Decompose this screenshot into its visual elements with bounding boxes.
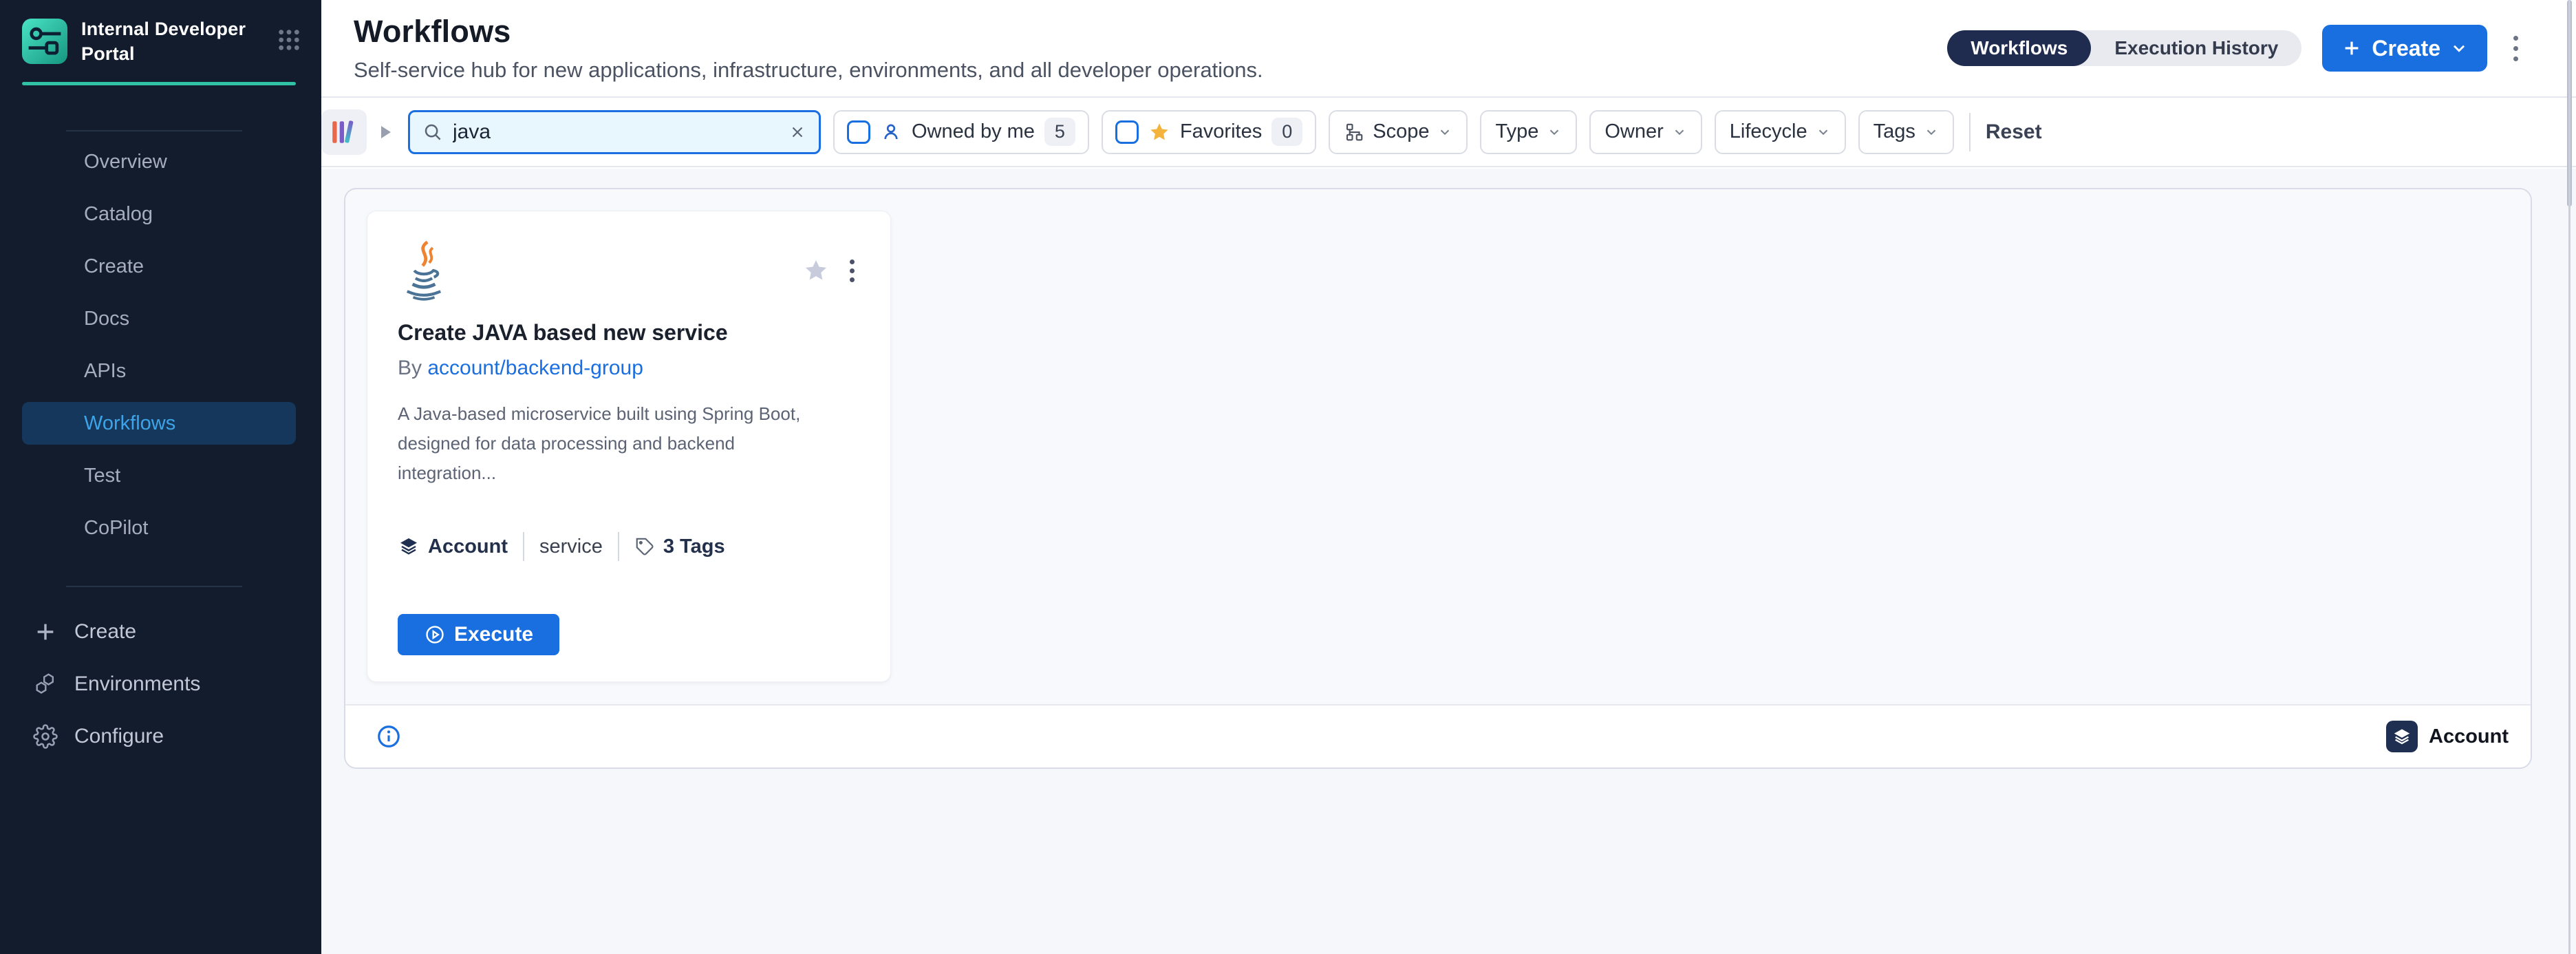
scope-dropdown[interactable]: Scope bbox=[1329, 110, 1468, 154]
account-scope-badge[interactable]: Account bbox=[2386, 721, 2509, 752]
page-title: Workflows bbox=[354, 14, 1263, 50]
play-circle-icon bbox=[424, 624, 446, 646]
app-grid-icon[interactable] bbox=[277, 28, 301, 55]
card-top-row bbox=[398, 239, 860, 302]
owner-group-link[interactable]: account/backend-group bbox=[427, 357, 643, 379]
scrollbar-track[interactable] bbox=[2568, 0, 2570, 954]
plus-icon bbox=[33, 619, 58, 644]
sidebar-item-apis[interactable]: APIs bbox=[0, 345, 321, 397]
account-badge-label: Account bbox=[2429, 725, 2509, 748]
chevron-down-icon bbox=[1547, 125, 1562, 140]
tag-icon bbox=[634, 536, 655, 557]
card-actions bbox=[803, 254, 860, 288]
workflow-meta-row: Account service 3 Tags bbox=[398, 532, 860, 561]
brand-line1: Internal Developer bbox=[81, 19, 246, 39]
search-input[interactable] bbox=[453, 120, 779, 144]
library-bars-icon bbox=[321, 109, 367, 155]
page-header: Workflows Self-service hub for new appli… bbox=[321, 0, 2576, 98]
workflow-tags-count[interactable]: 3 Tags bbox=[663, 536, 725, 558]
tab-workflows[interactable]: Workflows bbox=[1947, 30, 2091, 66]
gear-icon bbox=[33, 724, 58, 749]
reset-divider bbox=[1969, 113, 1971, 151]
workflow-owner-line: By account/backend-group bbox=[398, 357, 860, 380]
sidebar-nav: Overview Catalog Create Docs APIs Workfl… bbox=[0, 136, 321, 554]
environments-icon bbox=[33, 672, 58, 697]
main-area: Workflows Self-service hub for new appli… bbox=[321, 0, 2576, 954]
header-kebab-menu[interactable] bbox=[2508, 30, 2524, 67]
tab-execution-history[interactable]: Execution History bbox=[2091, 30, 2301, 66]
sidebar-accent-bar bbox=[22, 82, 296, 85]
type-dropdown[interactable]: Type bbox=[1480, 110, 1577, 154]
meta-divider bbox=[618, 532, 619, 561]
sidebar-bottom-configure[interactable]: Configure bbox=[0, 710, 321, 763]
workflow-type: service bbox=[539, 536, 603, 558]
filter-bar: Owned by me 5 Favorites 0 Scope bbox=[321, 98, 2576, 167]
chevron-down-icon bbox=[1924, 125, 1939, 140]
favorites-checkbox[interactable] bbox=[1115, 120, 1139, 144]
sidebar-item-copilot[interactable]: CoPilot bbox=[0, 502, 321, 554]
person-icon bbox=[880, 121, 902, 143]
workflow-description: A Java-based microservice built using Sp… bbox=[398, 399, 838, 488]
brand-line2: Portal bbox=[81, 43, 135, 64]
owner-dropdown[interactable]: Owner bbox=[1589, 110, 1702, 154]
page-header-titles: Workflows Self-service hub for new appli… bbox=[354, 14, 1263, 83]
sidebar-item-create[interactable]: Create bbox=[0, 240, 321, 293]
scope-hierarchy-icon bbox=[1344, 122, 1364, 142]
meta-divider bbox=[523, 532, 524, 561]
sidebar-divider-top bbox=[66, 130, 242, 131]
chevron-down-icon bbox=[2450, 39, 2468, 57]
sidebar-divider-bottom bbox=[66, 586, 242, 587]
java-logo-icon bbox=[398, 239, 450, 302]
search-icon bbox=[422, 122, 443, 142]
workflows-grid: Create JAVA based new service By account… bbox=[345, 189, 2531, 704]
reset-filters-button[interactable]: Reset bbox=[1986, 120, 2042, 144]
sidebar-header: Internal Developer Portal bbox=[0, 0, 321, 83]
info-icon[interactable] bbox=[376, 723, 402, 750]
sidebar-item-catalog[interactable]: Catalog bbox=[0, 188, 321, 240]
favorites-filter[interactable]: Favorites 0 bbox=[1102, 110, 1316, 154]
sidebar-bottom-environments[interactable]: Environments bbox=[0, 658, 321, 710]
layers-icon bbox=[2386, 721, 2418, 752]
layers-icon bbox=[398, 536, 420, 558]
content-area: Create JAVA based new service By account… bbox=[321, 169, 2576, 954]
favorite-star-icon[interactable] bbox=[803, 257, 829, 284]
sidebar-item-test[interactable]: Test bbox=[0, 449, 321, 502]
workflow-search bbox=[408, 110, 821, 154]
star-icon bbox=[1148, 121, 1170, 143]
sidebar-item-overview[interactable]: Overview bbox=[0, 136, 321, 188]
sidebar-item-workflows[interactable]: Workflows bbox=[0, 397, 321, 449]
expand-panel-icon[interactable] bbox=[379, 124, 396, 140]
workflow-card: Create JAVA based new service By account… bbox=[367, 211, 891, 682]
favorites-count: 0 bbox=[1271, 118, 1302, 146]
execute-button[interactable]: Execute bbox=[398, 614, 559, 655]
owned-by-me-checkbox[interactable] bbox=[847, 120, 870, 144]
sidebar-bottom-create[interactable]: Create bbox=[0, 606, 321, 658]
owned-by-me-count: 5 bbox=[1044, 118, 1075, 146]
view-toggle: Workflows Execution History bbox=[1947, 30, 2301, 66]
sidebar-bottom-nav: Create Environments Conf bbox=[0, 606, 321, 763]
clear-search-icon[interactable] bbox=[788, 123, 806, 141]
owned-by-me-filter[interactable]: Owned by me 5 bbox=[833, 110, 1089, 154]
lifecycle-dropdown[interactable]: Lifecycle bbox=[1715, 110, 1846, 154]
panel-footer: Account bbox=[345, 704, 2531, 767]
workflow-title: Create JAVA based new service bbox=[398, 320, 860, 346]
card-kebab-menu[interactable] bbox=[844, 254, 860, 288]
tags-dropdown[interactable]: Tags bbox=[1858, 110, 1954, 154]
sidebar-item-docs[interactable]: Docs bbox=[0, 293, 321, 345]
portal-logo-icon bbox=[22, 19, 67, 64]
header-actions: Workflows Execution History Create bbox=[1947, 25, 2524, 72]
brand-title: Internal Developer Portal bbox=[81, 17, 246, 66]
chevron-down-icon bbox=[1672, 125, 1687, 140]
create-button[interactable]: Create bbox=[2322, 25, 2487, 72]
internal-developer-portal-screen: Internal Developer Portal Overview Catal… bbox=[0, 0, 2576, 954]
page-subtitle: Self-service hub for new applications, i… bbox=[354, 58, 1263, 83]
workflow-scope: Account bbox=[428, 536, 508, 558]
plus-icon bbox=[2341, 38, 2362, 59]
sidebar: Internal Developer Portal Overview Catal… bbox=[0, 0, 321, 954]
chevron-down-icon bbox=[1437, 125, 1452, 140]
chevron-down-icon bbox=[1816, 125, 1831, 140]
workflows-panel: Create JAVA based new service By account… bbox=[344, 188, 2532, 769]
